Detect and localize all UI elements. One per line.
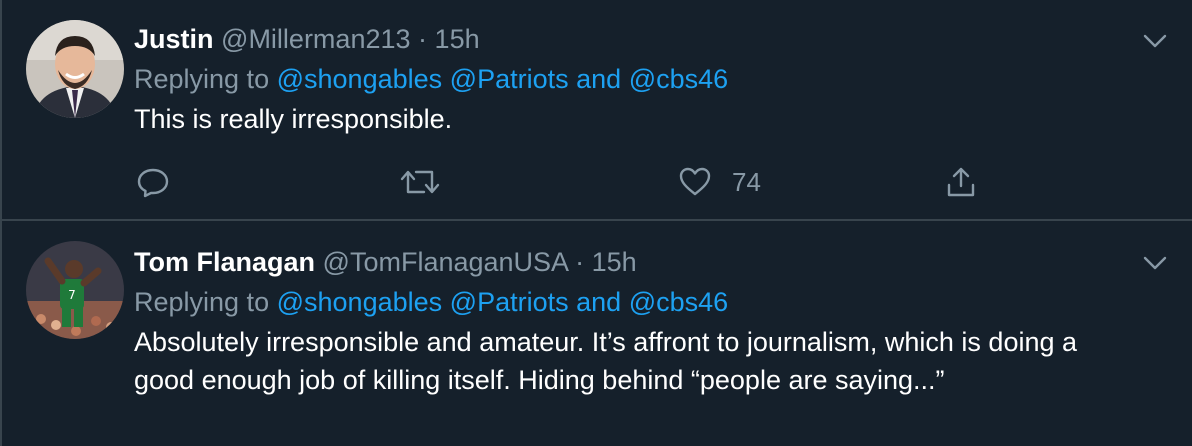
timestamp[interactable]: 15h <box>592 247 637 277</box>
svg-text:7: 7 <box>68 288 76 302</box>
tweet-item[interactable]: 7 Tom Flanagan @TomFlanaganUSA · 15h Rep… <box>2 221 1192 446</box>
retweet-button[interactable] <box>400 162 440 202</box>
author-name[interactable]: Justin <box>134 24 214 54</box>
reply-icon <box>136 165 170 199</box>
author-name[interactable]: Tom Flanagan <box>134 247 315 277</box>
tweet-content: Tom Flanagan @TomFlanaganUSA · 15h Reply… <box>134 243 1132 399</box>
heart-icon <box>678 165 712 199</box>
separator-dot: · <box>575 247 585 277</box>
replying-to-label: Replying to <box>134 64 270 94</box>
tweet-header: Tom Flanagan @TomFlanaganUSA · 15h <box>134 243 1132 281</box>
tweet-actions: 74 <box>136 162 992 202</box>
chevron-down-icon[interactable] <box>1140 26 1170 56</box>
timestamp[interactable]: 15h <box>435 24 480 54</box>
share-icon <box>944 165 978 199</box>
tweet-content: Justin @Millerman213 · 15h Replying to @… <box>134 20 1132 138</box>
like-count: 74 <box>732 166 761 197</box>
mention-link[interactable]: @Patriots <box>450 287 569 317</box>
tweet-item[interactable]: Justin @Millerman213 · 15h Replying to @… <box>2 0 1192 221</box>
mention-link[interactable]: @cbs46 <box>629 287 728 317</box>
retweet-icon <box>400 165 440 199</box>
avatar[interactable]: 7 <box>26 241 124 339</box>
author-handle[interactable]: @Millerman213 <box>221 24 410 54</box>
mention-joiner: and <box>576 64 622 94</box>
replying-to-label: Replying to <box>134 287 270 317</box>
chevron-down-icon[interactable] <box>1140 248 1170 278</box>
like-button[interactable]: 74 <box>678 162 761 202</box>
mention-joiner: and <box>576 287 622 317</box>
mention-link[interactable]: @shongables <box>277 287 443 317</box>
share-button[interactable] <box>944 162 978 202</box>
replying-to: Replying to @shongables @Patriots and @c… <box>134 58 1132 100</box>
avatar[interactable] <box>26 20 124 118</box>
tweet-header: Justin @Millerman213 · 15h <box>134 20 1132 58</box>
separator-dot: · <box>418 24 428 54</box>
mention-link[interactable]: @shongables <box>277 64 443 94</box>
tweet-text: This is really irresponsible. <box>134 104 453 134</box>
mention-link[interactable]: @Patriots <box>450 64 569 94</box>
replying-to: Replying to @shongables @Patriots and @c… <box>134 281 1132 323</box>
tweet-text: Absolutely irresponsible and amateur. It… <box>134 327 1078 395</box>
reply-button[interactable] <box>136 162 170 202</box>
author-handle[interactable]: @TomFlanaganUSA <box>323 247 568 277</box>
mention-link[interactable]: @cbs46 <box>629 64 728 94</box>
